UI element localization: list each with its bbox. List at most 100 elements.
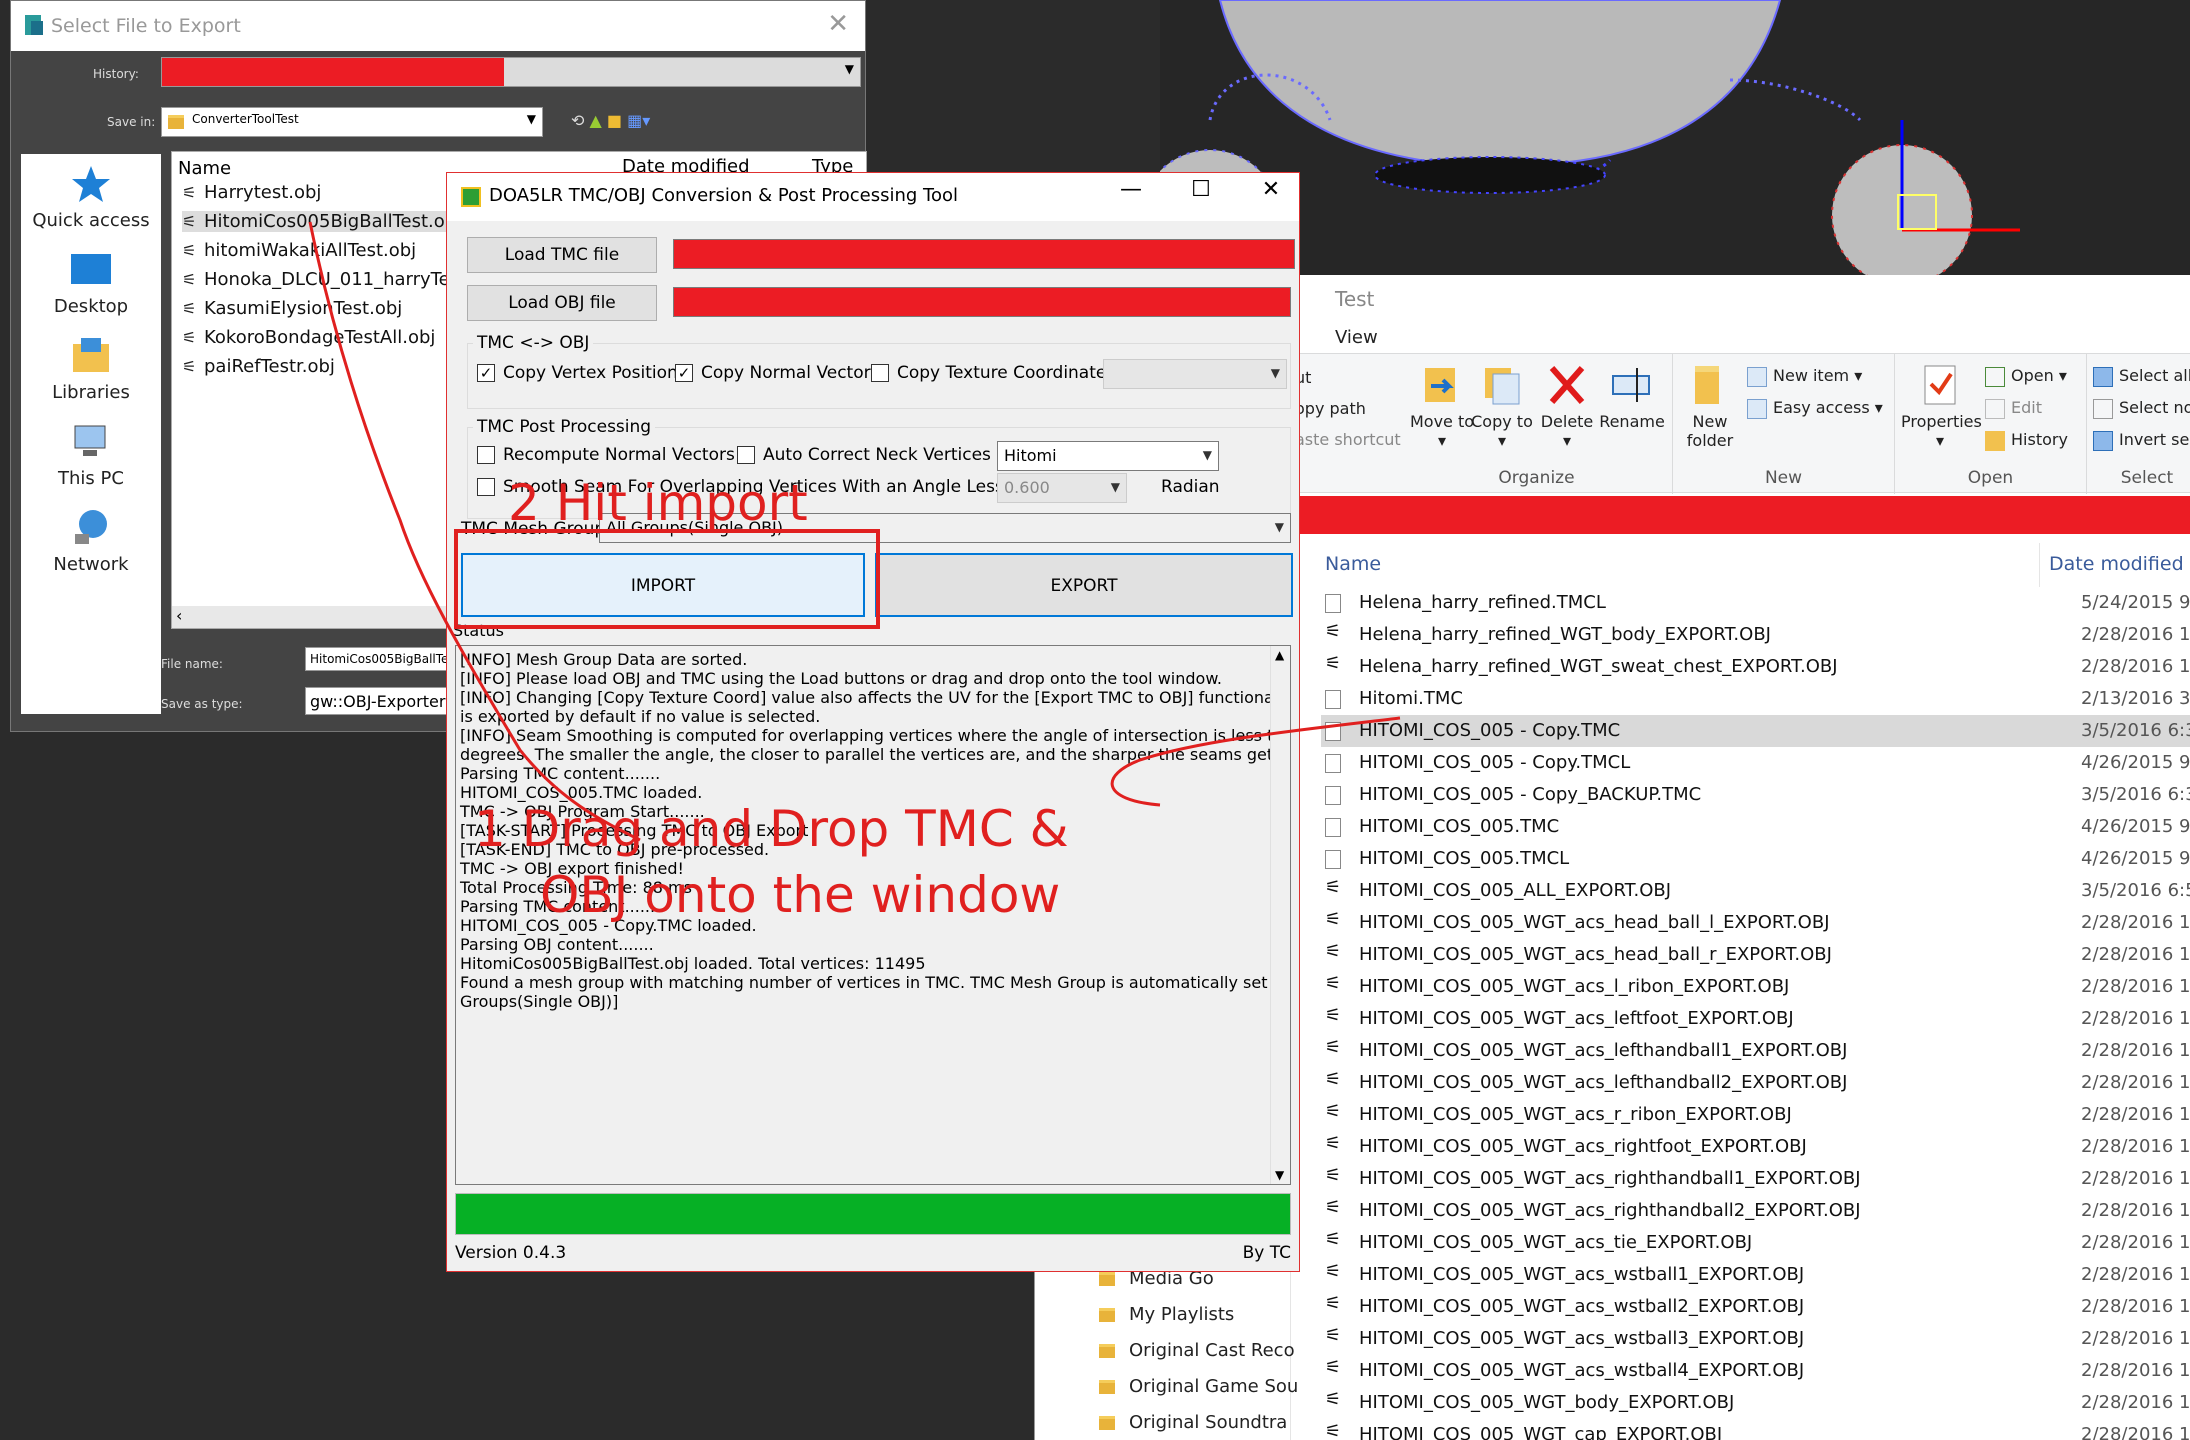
copy-texture-checkbox[interactable]: Copy Texture Coordinates	[871, 363, 1115, 383]
nav-item-original-cast[interactable]: Original Cast Reco	[1099, 1340, 1295, 1361]
table-row[interactable]: ⚟ HITOMI_COS_005_WGT_acs_righthandball1_E…	[1321, 1163, 2190, 1195]
savetype-combo[interactable]: gw::OBJ-Exporter (*	[305, 687, 465, 715]
table-row[interactable]: ⚟ HITOMI_COS_005_ALL_EXPORT.OBJ 3/5/2016 6…	[1321, 875, 2190, 907]
table-row[interactable]: ⚟ HITOMI_COS_005_WGT_cap_EXPORT.OBJ 2/28/2…	[1321, 1419, 2190, 1440]
export-button[interactable]: EXPORT	[875, 553, 1293, 617]
nav-item-my-playlists[interactable]: My Playlists	[1099, 1304, 1234, 1325]
copy-to-button[interactable]: Copy to ▾	[1469, 362, 1535, 450]
table-row[interactable]: Hitomi.TMC 2/13/2016 3:11 P	[1321, 683, 2190, 715]
list-item[interactable]: ⚟ Harrytest.obj	[182, 182, 321, 203]
table-row[interactable]: ⚟ HITOMI_COS_005_WGT_acs_wstball4_EXPORT.…	[1321, 1355, 2190, 1387]
file-name: hitomiWakakiAllTest.obj	[204, 240, 417, 261]
rename-button[interactable]: Rename	[1599, 362, 1665, 431]
import-button[interactable]: IMPORT	[461, 553, 865, 617]
table-row[interactable]: ⚟ HITOMI_COS_005_WGT_acs_lefthandball2_EX…	[1321, 1067, 2190, 1099]
column-header-name[interactable]: Name	[1325, 553, 1381, 583]
tmc-path-field-redacted[interactable]	[673, 239, 1295, 269]
table-row[interactable]: ⚟ Helena_harry_refined_WGT_sweat_chest_EX…	[1321, 651, 2190, 683]
obj-file-icon: ⚟	[1325, 1293, 1342, 1314]
place-desktop[interactable]: Desktop	[21, 250, 161, 317]
file-name: HITOMI_COS_005.TMC	[1359, 816, 1560, 837]
edit-button[interactable]: Edit	[1985, 398, 2042, 419]
address-bar-redacted[interactable]	[1291, 496, 2190, 534]
properties-button[interactable]: Properties ▾	[1901, 362, 1982, 450]
copy-path-button[interactable]: opy path	[1295, 399, 1366, 418]
copy-vertex-checkbox[interactable]: ✓ Copy Vertex Positions	[477, 363, 687, 383]
open-button[interactable]: Open ▾	[1985, 366, 2067, 387]
minimize-icon[interactable]: —	[1111, 177, 1151, 202]
table-row[interactable]: ⚟ HITOMI_COS_005_WGT_acs_leftfoot_EXPORT.…	[1321, 1003, 2190, 1035]
table-row[interactable]: HITOMI_COS_005.TMC 4/26/2015 9:55 A	[1321, 811, 2190, 843]
table-row[interactable]: ⚟ HITOMI_COS_005_WGT_acs_righthandball2_E…	[1321, 1195, 2190, 1227]
back-icon[interactable]: ⟲	[571, 111, 584, 130]
save-in-combo[interactable]: ConverterToolTest ▼	[161, 107, 543, 137]
select-none-button[interactable]: Select none	[2093, 398, 2190, 419]
table-row[interactable]: ⚟ HITOMI_COS_005_WGT_acs_rightfoot_EXPORT…	[1321, 1131, 2190, 1163]
table-row[interactable]: HITOMI_COS_005.TMCL 4/26/2015 9:55 A	[1321, 843, 2190, 875]
scroll-left-icon[interactable]: ‹	[176, 606, 182, 625]
nav-item-original-game[interactable]: Original Game Sou	[1099, 1376, 1298, 1397]
new-folder-icon[interactable]: ■	[607, 111, 622, 130]
load-obj-button[interactable]: Load OBJ file	[467, 285, 657, 321]
table-row[interactable]: ⚟ HITOMI_COS_005_WGT_acs_head_ball_r_EXPO…	[1321, 939, 2190, 971]
select-all-button[interactable]: Select all	[2093, 366, 2190, 387]
column-separator[interactable]	[2039, 543, 2040, 587]
auto-correct-checkbox[interactable]: Auto Correct Neck Vertices For	[737, 445, 1023, 465]
table-row[interactable]: ⚟ HITOMI_COS_005_WGT_acs_wstball3_EXPORT.…	[1321, 1323, 2190, 1355]
nav-item-original-soundtrack[interactable]: Original Soundtra	[1099, 1412, 1287, 1433]
table-row[interactable]: ⚟ HITOMI_COS_005_WGT_body_EXPORT.OBJ 2/28/…	[1321, 1387, 2190, 1419]
easy-access-button[interactable]: Easy access ▾	[1747, 398, 1883, 419]
texture-uv-combo[interactable]: ▼	[1103, 359, 1287, 389]
list-item[interactable]: ⚟ paiRefTestr.obj	[182, 356, 335, 377]
table-row[interactable]: ⚟ HITOMI_COS_005_WGT_acs_l_ribon_EXPORT.O…	[1321, 971, 2190, 1003]
obj-path-field-redacted[interactable]	[673, 287, 1291, 317]
table-row[interactable]: ⚟ HITOMI_COS_005_WGT_acs_r_ribon_EXPORT.O…	[1321, 1099, 2190, 1131]
load-tmc-button[interactable]: Load TMC file	[467, 237, 657, 273]
scroll-up-icon[interactable]: ▲	[1275, 648, 1284, 662]
vertical-scrollbar[interactable]: ▲ ▼	[1270, 646, 1290, 1184]
table-row[interactable]: ⚟ HITOMI_COS_005_WGT_acs_lefthandball1_EX…	[1321, 1035, 2190, 1067]
place-quick-access[interactable]: Quick access	[21, 164, 161, 231]
save-in-label: Save in:	[107, 115, 156, 129]
paste-shortcut-button[interactable]: aste shortcut	[1295, 430, 1401, 449]
column-header-date[interactable]: Date modified	[2049, 553, 2184, 583]
table-row[interactable]: Helena_harry_refined.TMCL 5/24/2015 9:53 …	[1321, 587, 2190, 619]
maximize-icon[interactable]: ☐	[1181, 177, 1221, 202]
history-combo[interactable]: ▼	[161, 57, 861, 87]
recompute-normal-checkbox[interactable]: Recompute Normal Vectors	[477, 445, 735, 465]
history-button[interactable]: History	[1985, 430, 2068, 451]
3d-viewport[interactable]	[1160, 0, 2190, 280]
place-network[interactable]: Network	[21, 508, 161, 575]
table-row[interactable]: ⚟ HITOMI_COS_005_WGT_acs_tie_EXPORT.OBJ 2/…	[1321, 1227, 2190, 1259]
new-folder-button[interactable]: New folder	[1677, 362, 1743, 450]
filename-input[interactable]: HitomiCos005BigBallTest.obj	[305, 647, 465, 671]
invert-selection-button[interactable]: Invert selecti	[2093, 430, 2190, 451]
scroll-down-icon[interactable]: ▼	[1275, 1168, 1284, 1182]
place-libraries[interactable]: Libraries	[21, 336, 161, 403]
table-row[interactable]: HITOMI_COS_005 - Copy.TMCL 4/26/2015 9:55…	[1321, 747, 2190, 779]
copy-normal-checkbox[interactable]: ✓ Copy Normal Vectors	[675, 363, 879, 383]
view-menu-icon[interactable]: ▦▾	[627, 111, 650, 130]
file-date: 2/28/2016 11:16	[2081, 1360, 2190, 1381]
new-item-button[interactable]: New item ▾	[1747, 366, 1862, 387]
close-icon[interactable]: ✕	[1251, 177, 1291, 202]
move-to-button[interactable]: Move to ▾	[1409, 362, 1475, 450]
neck-target-combo[interactable]: Hitomi ▼	[997, 441, 1219, 471]
table-row[interactable]: ⚟ HITOMI_COS_005_WGT_acs_head_ball_l_EXPO…	[1321, 907, 2190, 939]
list-item[interactable]: ⚟ hitomiWakakiAllTest.obj	[182, 240, 416, 261]
table-row[interactable]: ⚟ HITOMI_COS_005_WGT_acs_wstball2_EXPORT.…	[1321, 1291, 2190, 1323]
delete-button[interactable]: Delete ▾	[1537, 362, 1597, 450]
list-item[interactable]: ⚟ HitomiCos005BigBallTest.obj	[182, 211, 462, 232]
place-this-pc[interactable]: This PC	[21, 422, 161, 489]
column-header-name[interactable]: Name	[178, 158, 231, 179]
list-item[interactable]: ⚟ KokoroBondageTestAll.obj	[182, 327, 435, 348]
list-item[interactable]: ⚟ KasumiElysionTest.obj	[182, 298, 402, 319]
close-icon[interactable]: ✕	[827, 9, 849, 39]
table-row[interactable]: ⚟ Helena_harry_refined_WGT_body_EXPORT.OB…	[1321, 619, 2190, 651]
tab-view[interactable]: View	[1291, 319, 2190, 353]
table-row[interactable]: HITOMI_COS_005 - Copy_BACKUP.TMC 3/5/2016…	[1321, 779, 2190, 811]
table-row[interactable]: HITOMI_COS_005 - Copy.TMC 3/5/2016 6:39 P…	[1321, 715, 2190, 747]
angle-combo[interactable]: 0.600 ▼	[997, 473, 1127, 503]
up-folder-icon[interactable]: ▲	[590, 111, 602, 130]
table-row[interactable]: ⚟ HITOMI_COS_005_WGT_acs_wstball1_EXPORT.…	[1321, 1259, 2190, 1291]
